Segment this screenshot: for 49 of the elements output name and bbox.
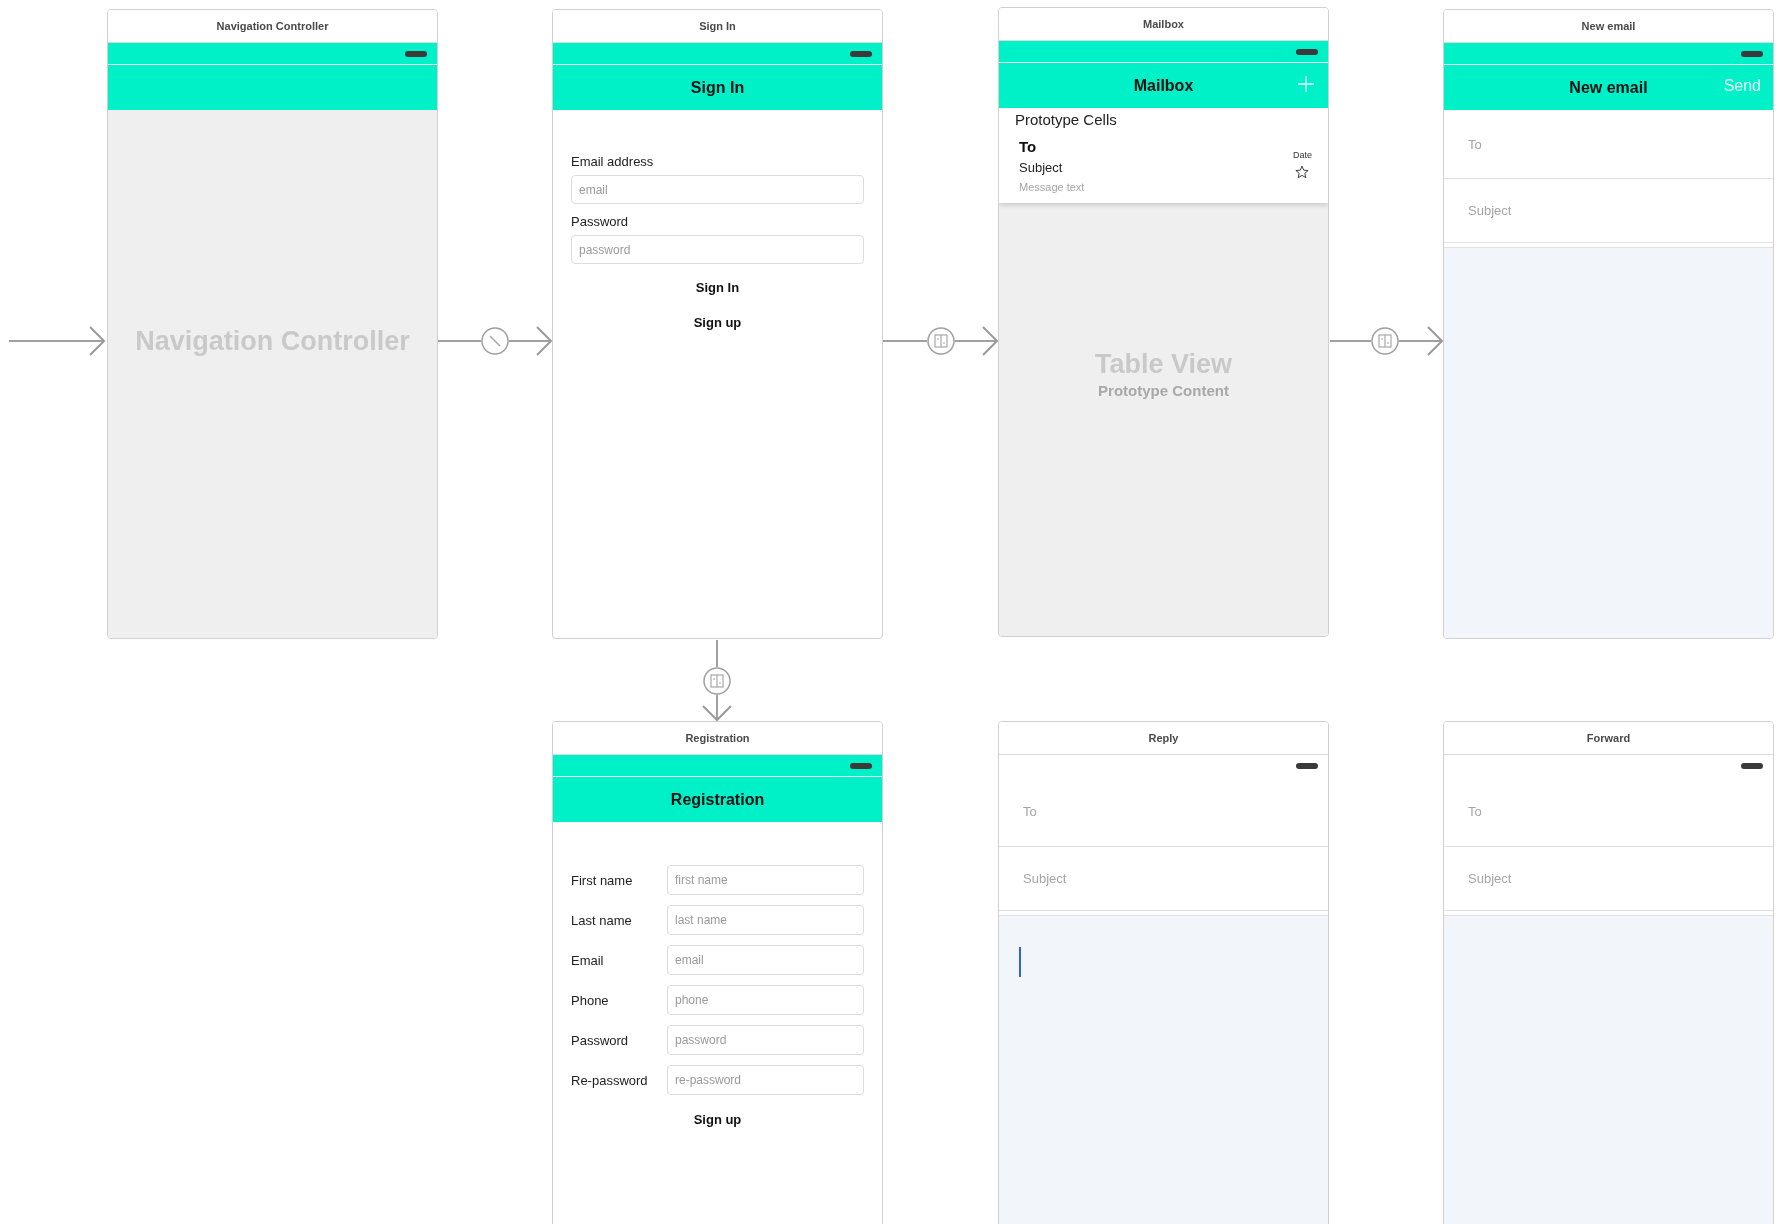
field-label: Password (571, 214, 630, 229)
text-button[interactable]: Sign up (693, 315, 742, 330)
text-button[interactable]: Sign In (695, 280, 740, 295)
segue-arrow[interactable] (882, 326, 999, 356)
nav-title: Mailbox (1133, 76, 1194, 95)
cell-title: To (1019, 138, 1038, 155)
input-field[interactable]: re-password (667, 1065, 864, 1095)
cell-date: Date (1293, 150, 1312, 160)
nav-title: Sign In (690, 78, 745, 97)
scene-title: Forward (1586, 732, 1631, 744)
segue-arrow[interactable] (1329, 326, 1444, 356)
segue-arrow[interactable] (437, 326, 553, 356)
field-label: Email address (571, 154, 655, 169)
field-label: Phone (571, 992, 610, 1008)
battery-icon (1296, 762, 1318, 769)
input-field[interactable]: last name (667, 905, 864, 935)
scene-title: Navigation Controller (216, 20, 329, 32)
cell-subtitle: Subject (1019, 160, 1064, 175)
scene-title: Registration (685, 732, 750, 744)
scene-title: New email (1581, 20, 1636, 32)
section-header: Prototype Cells (1014, 110, 1118, 130)
cell-detail: Message text (1019, 181, 1085, 193)
field-label: Password (571, 1032, 630, 1048)
battery-icon (405, 50, 427, 57)
field-label: Email (571, 952, 605, 968)
text-button[interactable]: Sign up (693, 1112, 742, 1127)
battery-icon (1741, 50, 1763, 57)
scene-title: Sign In (699, 20, 736, 32)
input-field[interactable]: email (571, 175, 864, 204)
battery-icon (850, 50, 872, 57)
input-field[interactable]: password (571, 235, 864, 264)
nav-title: New email (1569, 78, 1648, 97)
field-label: First name (571, 872, 634, 888)
input-field[interactable]: email (667, 945, 864, 975)
field-label: Re-password (571, 1072, 649, 1088)
scene-title: Mailbox (1143, 18, 1184, 30)
star-icon[interactable] (1295, 165, 1310, 179)
table-cell[interactable]: To Subject Message text Date (999, 132, 1328, 203)
scene-title: Reply (1148, 732, 1179, 744)
field-label: Last name (571, 912, 633, 928)
segue-arrow[interactable] (702, 639, 732, 722)
battery-icon (1741, 762, 1763, 769)
input-field[interactable]: password (667, 1025, 864, 1055)
input-field[interactable]: first name (667, 865, 864, 895)
scene-watermark-subtitle: Prototype Content (1098, 382, 1229, 399)
battery-icon (1296, 48, 1318, 55)
nav-title: Registration (670, 790, 765, 809)
battery-icon (850, 762, 872, 769)
input-field[interactable]: phone (667, 985, 864, 1015)
